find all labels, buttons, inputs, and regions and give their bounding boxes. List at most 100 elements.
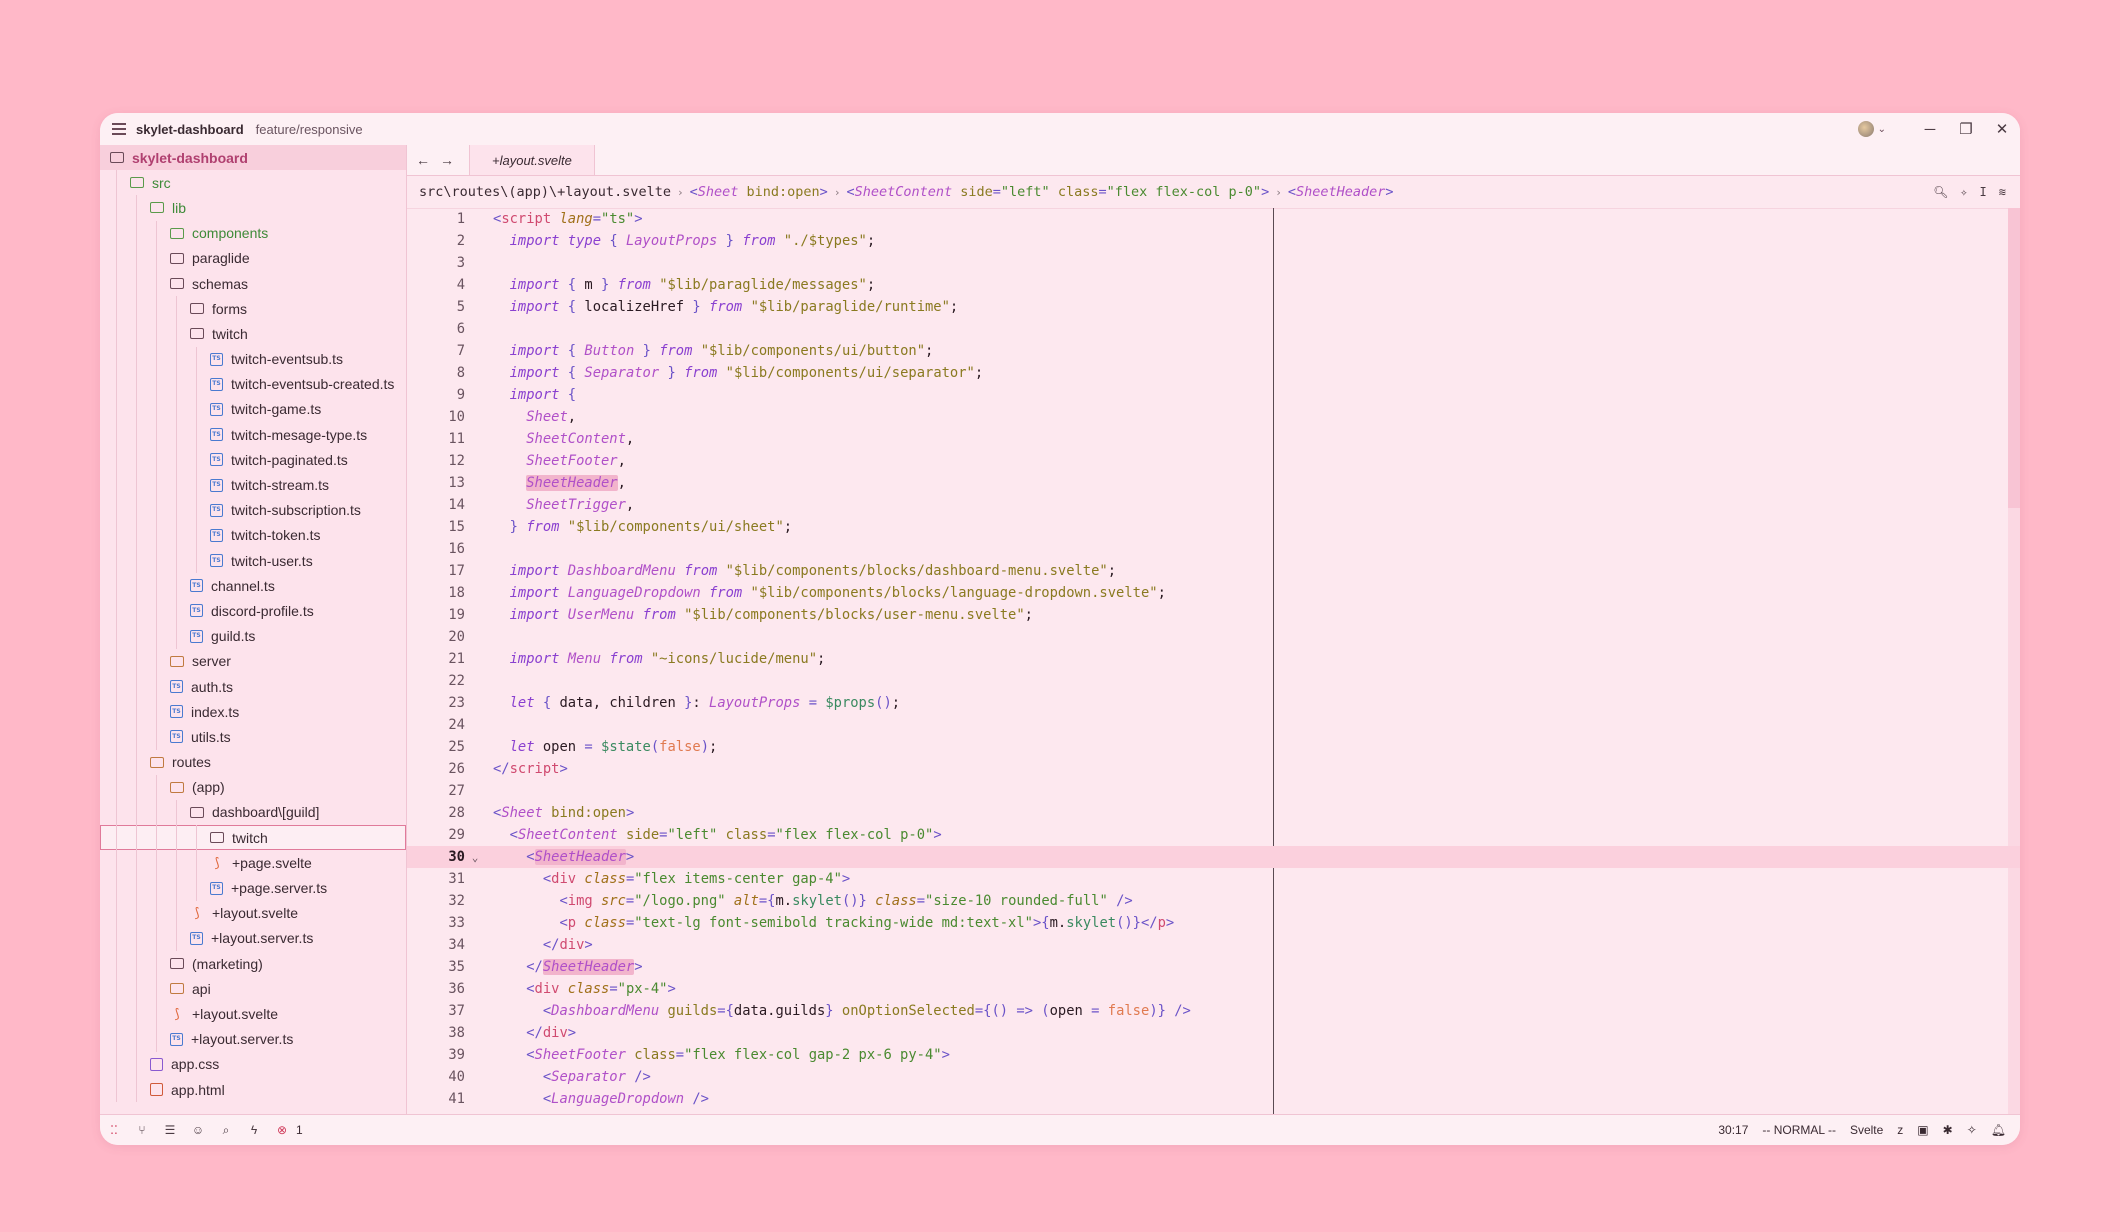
tree-item[interactable]: routes <box>100 749 406 775</box>
line-number[interactable]: 14 <box>407 497 465 513</box>
line-number[interactable]: 16 <box>407 541 465 557</box>
line-number[interactable]: 10 <box>407 409 465 425</box>
settings-sliders-icon[interactable]: ≋ <box>1999 185 2006 199</box>
line-number[interactable]: 32 <box>407 893 465 909</box>
tree-item[interactable]: TS index.ts <box>100 699 406 725</box>
tree-item[interactable]: TS twitch-subscription.ts <box>100 497 406 523</box>
line-number[interactable]: 24 <box>407 717 465 733</box>
language-selector[interactable]: Svelte <box>1850 1123 1883 1137</box>
line-number[interactable]: 36 <box>407 981 465 997</box>
line-number[interactable]: 23 <box>407 695 465 711</box>
code-line[interactable]: 10 Sheet, <box>407 406 2020 428</box>
line-number[interactable]: 17 <box>407 563 465 579</box>
error-count[interactable]: 1 <box>296 1123 303 1137</box>
line-number[interactable]: 39 <box>407 1047 465 1063</box>
line-number[interactable]: 27 <box>407 783 465 799</box>
code-line[interactable]: 30 ⌄ <SheetHeader> <box>407 846 2020 868</box>
line-number[interactable]: 38 <box>407 1025 465 1041</box>
minimize-icon[interactable]: ─ <box>1912 121 1948 138</box>
line-number[interactable]: 12 <box>407 453 465 469</box>
tree-item[interactable]: ⟆ +page.svelte <box>100 850 406 876</box>
code-line[interactable]: 8 import { Separator } from "$lib/compon… <box>407 362 2020 384</box>
text-cursor-icon[interactable]: I <box>1980 185 1987 199</box>
project-panel-icon[interactable]: ⁚⁚ <box>100 1123 128 1137</box>
code-line[interactable]: 33 <p class="text-lg font-semibold track… <box>407 912 2020 934</box>
sparkle-icon[interactable]: ✧ <box>1960 185 1967 199</box>
line-number[interactable]: 5 <box>407 299 465 315</box>
tree-item[interactable]: ⟆ +layout.svelte <box>100 1001 406 1027</box>
tree-item[interactable]: TS channel.ts <box>100 573 406 599</box>
fold-chevron-icon[interactable]: ⌄ <box>465 851 485 864</box>
line-number[interactable]: 34 <box>407 937 465 953</box>
code-line[interactable]: 39 <SheetFooter class="flex flex-col gap… <box>407 1044 2020 1066</box>
code-line[interactable]: 18 import LanguageDropdown from "$lib/co… <box>407 582 2020 604</box>
restore-icon[interactable]: ❐ <box>1948 120 1984 138</box>
assistant-icon[interactable]: ✧ <box>1967 1123 1977 1137</box>
code-line[interactable]: 7 import { Button } from "$lib/component… <box>407 340 2020 362</box>
code-line[interactable]: 36 <div class="px-4"> <box>407 978 2020 1000</box>
line-number[interactable]: 26 <box>407 761 465 777</box>
line-number[interactable]: 13 <box>407 475 465 491</box>
sleep-icon[interactable]: z <box>1897 1123 1903 1137</box>
code-line[interactable]: 9 import { <box>407 384 2020 406</box>
outline-icon[interactable]: ☰ <box>156 1123 184 1137</box>
search-icon[interactable]: 🔍︎ <box>1933 185 1948 199</box>
code-line[interactable]: 32 <img src="/logo.png" alt={m.skylet()}… <box>407 890 2020 912</box>
terminal-icon[interactable]: ▣ <box>1917 1123 1928 1137</box>
line-number[interactable]: 8 <box>407 365 465 381</box>
code-line[interactable]: 40 <Separator /> <box>407 1066 2020 1088</box>
tree-item[interactable]: TS discord-profile.ts <box>100 598 406 624</box>
line-number[interactable]: 3 <box>407 255 465 271</box>
tree-item[interactable]: TS utils.ts <box>100 724 406 750</box>
line-number[interactable]: 33 <box>407 915 465 931</box>
bell-icon[interactable]: 🔔︎ <box>1991 1123 2006 1137</box>
tree-item[interactable]: paraglide <box>100 245 406 271</box>
tree-item[interactable]: TS guild.ts <box>100 623 406 649</box>
code-line[interactable]: 20 <box>407 626 2020 648</box>
line-number[interactable]: 22 <box>407 673 465 689</box>
code-line[interactable]: 34 </div> <box>407 934 2020 956</box>
line-number[interactable]: 20 <box>407 629 465 645</box>
code-line[interactable]: 12 SheetFooter, <box>407 450 2020 472</box>
code-line[interactable]: 31 <div class="flex items-center gap-4"> <box>407 868 2020 890</box>
line-number[interactable]: 6 <box>407 321 465 337</box>
tree-item[interactable]: TS twitch-paginated.ts <box>100 447 406 473</box>
line-number[interactable]: 29 <box>407 827 465 843</box>
tree-item[interactable]: skylet-dashboard <box>100 145 406 171</box>
tab-layout-svelte[interactable]: +layout.svelte <box>470 145 595 175</box>
back-arrow-icon[interactable]: ← <box>411 145 435 175</box>
tree-item[interactable]: (app) <box>100 774 406 800</box>
cursor-position[interactable]: 30:17 <box>1718 1123 1748 1137</box>
code-line[interactable]: 13 SheetHeader, <box>407 472 2020 494</box>
line-number[interactable]: 35 <box>407 959 465 975</box>
close-icon[interactable]: ✕ <box>1984 120 2020 138</box>
breadcrumb-sheet-content[interactable]: <SheetContent side="left" class="flex fl… <box>846 184 1269 200</box>
forward-arrow-icon[interactable]: → <box>435 145 459 175</box>
code-line[interactable]: 2 import type { LayoutProps } from "./$t… <box>407 230 2020 252</box>
project-name[interactable]: skylet-dashboard <box>136 122 244 137</box>
tree-item[interactable]: TS twitch-stream.ts <box>100 472 406 498</box>
code-line[interactable]: 1 <script lang="ts"> <box>407 208 2020 230</box>
code-line[interactable]: 21 import Menu from "~icons/lucide/menu"… <box>407 648 2020 670</box>
avatar[interactable] <box>1857 121 1874 137</box>
line-number[interactable]: 28 <box>407 805 465 821</box>
code-line[interactable]: 11 SheetContent, <box>407 428 2020 450</box>
tree-item[interactable]: server <box>100 648 406 674</box>
tree-item[interactable]: ⟆ +layout.svelte <box>100 900 406 926</box>
breadcrumb-path[interactable]: src\routes\(app)\+layout.svelte <box>419 184 671 200</box>
tree-item[interactable]: forms <box>100 296 406 322</box>
code-line[interactable]: 38 </div> <box>407 1022 2020 1044</box>
tree-item[interactable]: api <box>100 976 406 1002</box>
tree-item[interactable]: TS twitch-user.ts <box>100 548 406 574</box>
code-line[interactable]: 24 <box>407 714 2020 736</box>
breadcrumb-sheet-header[interactable]: <SheetHeader> <box>1288 184 1394 200</box>
code-line[interactable]: 15 } from "$lib/components/ui/sheet"; <box>407 516 2020 538</box>
line-number[interactable]: 25 <box>407 739 465 755</box>
tree-item[interactable]: lib <box>100 195 406 221</box>
tree-item[interactable]: TS +layout.server.ts <box>100 925 406 951</box>
tree-item[interactable]: src <box>100 170 406 196</box>
code-line[interactable]: 29 <SheetContent side="left" class="flex… <box>407 824 2020 846</box>
tree-item[interactable]: app.css <box>100 1051 406 1077</box>
tree-item[interactable]: app.html <box>100 1076 406 1103</box>
tree-item[interactable]: schemas <box>100 270 406 297</box>
